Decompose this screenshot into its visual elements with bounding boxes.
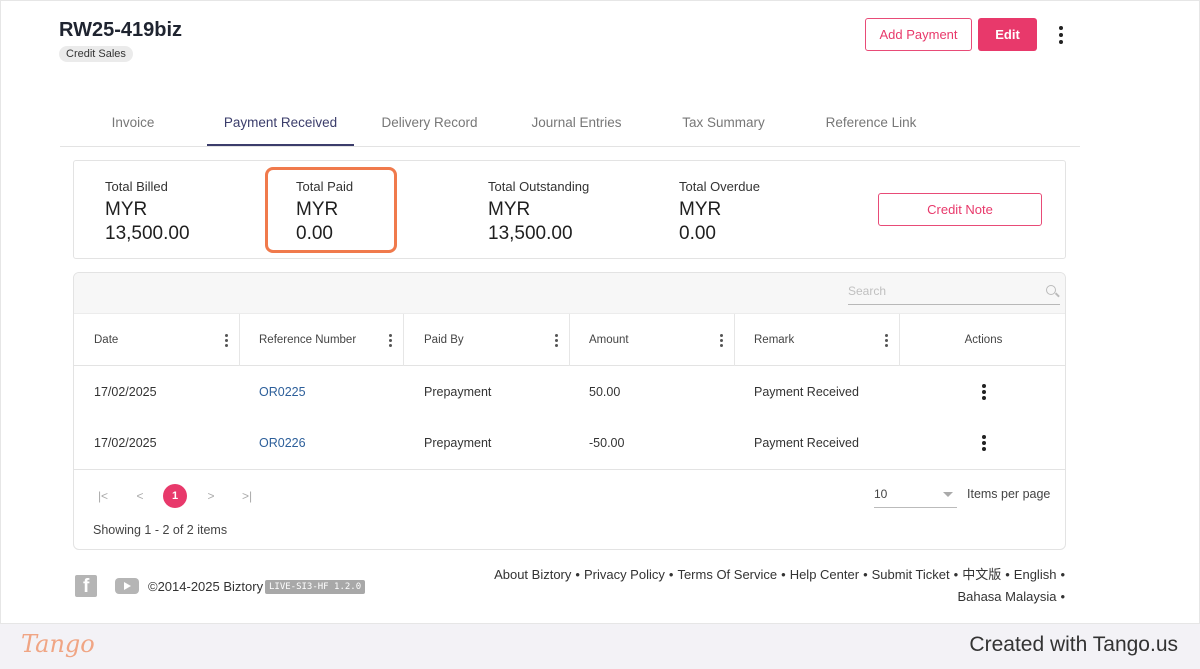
- column-menu-icon[interactable]: [885, 334, 888, 347]
- column-header-amount[interactable]: Amount: [569, 314, 735, 366]
- row-actions-icon[interactable]: [979, 384, 989, 402]
- cell-amount: 50.00: [589, 385, 621, 399]
- more-options-icon[interactable]: [1053, 23, 1069, 47]
- column-menu-icon[interactable]: [389, 334, 392, 347]
- table-row: 17/02/2025 OR0226 Prepayment -50.00 Paym…: [74, 418, 1065, 469]
- summary-total-overdue: Total Overdue MYR 0.00: [679, 179, 760, 246]
- footer-link-help[interactable]: Help Center: [790, 567, 859, 582]
- cell-date: 17/02/2025: [94, 436, 157, 450]
- footer-link-terms[interactable]: Terms Of Service: [677, 567, 777, 582]
- cell-paid-by: Prepayment: [424, 385, 492, 399]
- chevron-down-icon: [943, 492, 953, 497]
- footer-link-malay[interactable]: Bahasa Malaysia: [957, 589, 1056, 604]
- summary-currency: MYR: [488, 199, 531, 220]
- row-actions-icon[interactable]: [979, 435, 989, 453]
- summary-label: Total Billed: [105, 179, 168, 194]
- footer-link-chinese[interactable]: 中文版: [962, 567, 1001, 582]
- page-title: RW25-419biz: [59, 19, 183, 41]
- column-header-remark[interactable]: Remark: [734, 314, 900, 366]
- copyright-text: ©2014-2025 Biztory: [148, 579, 264, 594]
- column-menu-icon[interactable]: [225, 334, 228, 347]
- cell-remark: Payment Received: [754, 436, 859, 450]
- payments-table: Search Date Reference Number Paid By Amo…: [73, 272, 1066, 550]
- credit-note-button[interactable]: Credit Note: [878, 193, 1042, 226]
- cell-remark: Payment Received: [754, 385, 859, 399]
- first-page-icon[interactable]: |<: [91, 484, 115, 508]
- tutorial-highlight-box: [265, 167, 397, 253]
- tab-reference-link[interactable]: Reference Link: [797, 101, 945, 146]
- next-page-icon[interactable]: >: [199, 484, 223, 508]
- search-input[interactable]: Search: [848, 281, 1060, 305]
- cell-reference-link[interactable]: OR0226: [239, 418, 306, 469]
- facebook-icon[interactable]: f: [75, 575, 97, 597]
- page-size-value: 10: [874, 487, 888, 501]
- search-placeholder: Search: [848, 284, 887, 298]
- summary-amount: 0.00: [679, 223, 716, 244]
- column-menu-icon[interactable]: [555, 334, 558, 347]
- footer-link-about[interactable]: About Biztory: [494, 567, 571, 582]
- page-number-current[interactable]: 1: [163, 484, 187, 508]
- tango-watermark-bar: Tango Created with Tango.us: [0, 624, 1200, 669]
- cell-date: 17/02/2025: [94, 385, 157, 399]
- footer-link-ticket[interactable]: Submit Ticket: [872, 567, 950, 582]
- table-toolbar: Search: [74, 273, 1065, 313]
- version-badge: LIVE-SI3-HF 1.2.0: [265, 580, 366, 594]
- tab-invoice[interactable]: Invoice: [60, 101, 206, 146]
- table-row: 17/02/2025 OR0225 Prepayment 50.00 Payme…: [74, 367, 1065, 418]
- youtube-icon[interactable]: [115, 578, 139, 594]
- footer-link-english[interactable]: English: [1014, 567, 1057, 582]
- search-icon[interactable]: [1046, 285, 1056, 295]
- column-header-actions: Actions: [964, 334, 1003, 346]
- pagination-bar: |< < 1 > >| 10 Items per page Showing 1 …: [74, 469, 1065, 549]
- edit-button[interactable]: Edit: [978, 18, 1037, 51]
- tab-tax-summary[interactable]: Tax Summary: [650, 101, 797, 146]
- footer-link-privacy[interactable]: Privacy Policy: [584, 567, 665, 582]
- document-type-badge: Credit Sales: [59, 46, 133, 62]
- summary-total-billed: Total Billed MYR 13,500.00: [105, 179, 190, 246]
- column-header-date[interactable]: Date: [74, 314, 240, 366]
- summary-amount: 13,500.00: [105, 223, 190, 244]
- showing-count: Showing 1 - 2 of 2 items: [93, 523, 228, 537]
- page-size-select[interactable]: 10: [874, 484, 957, 508]
- column-header-paid-by[interactable]: Paid By: [404, 314, 570, 366]
- column-menu-icon[interactable]: [720, 334, 723, 347]
- app-window: RW25-419biz Credit Sales Add Payment Edi…: [0, 0, 1200, 624]
- summary-currency: MYR: [679, 199, 722, 220]
- tango-logo: Tango: [21, 630, 95, 658]
- tango-credit-text: Created with Tango.us: [969, 633, 1178, 656]
- add-payment-button[interactable]: Add Payment: [865, 18, 972, 51]
- column-header-reference-number[interactable]: Reference Number: [239, 314, 404, 366]
- cell-paid-by: Prepayment: [424, 436, 492, 450]
- tab-payment-received[interactable]: Payment Received: [207, 101, 354, 146]
- summary-total-outstanding: Total Outstanding MYR 13,500.00: [488, 179, 589, 246]
- cell-reference-link[interactable]: OR0225: [239, 367, 306, 418]
- footer-links: About Biztory • Privacy Policy • Terms Of Se…: [494, 567, 1065, 604]
- tab-delivery-record[interactable]: Delivery Record: [356, 101, 503, 146]
- summary-label: Total Overdue: [679, 179, 760, 194]
- tab-journal-entries[interactable]: Journal Entries: [503, 101, 650, 146]
- table-header: Date Reference Number Paid By Amount Rem…: [74, 313, 1065, 366]
- summary-currency: MYR: [105, 199, 148, 220]
- last-page-icon[interactable]: >|: [235, 484, 259, 508]
- tab-bar: Invoice Payment Received Delivery Record…: [60, 101, 1080, 147]
- summary-label: Total Outstanding: [488, 179, 590, 194]
- page-size-label: Items per page: [967, 487, 1051, 501]
- prev-page-icon[interactable]: <: [128, 484, 152, 508]
- cell-amount: -50.00: [589, 436, 625, 450]
- summary-amount: 13,500.00: [488, 223, 573, 244]
